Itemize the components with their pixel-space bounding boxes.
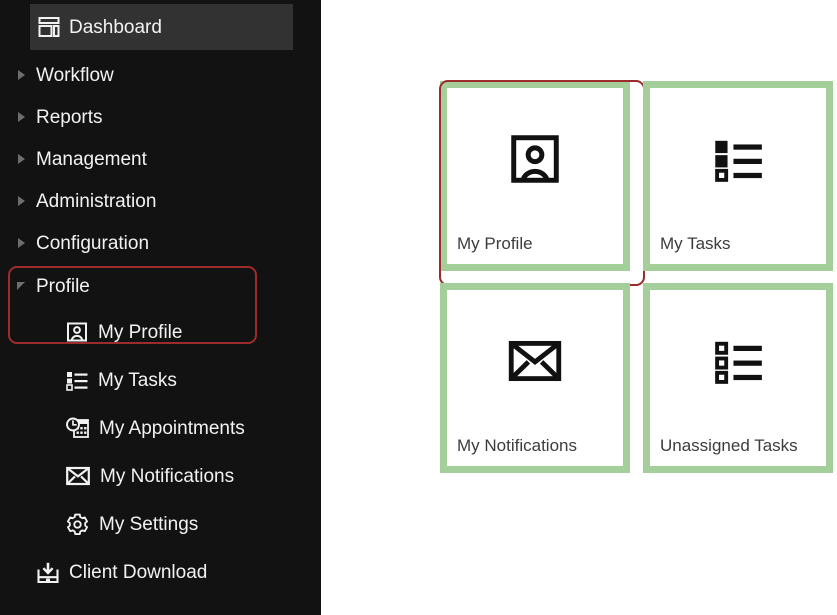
tile-label: Unassigned Tasks bbox=[650, 437, 826, 466]
main-content: My Profile bbox=[321, 0, 837, 615]
sidebar-item-label: Client Download bbox=[69, 563, 207, 582]
dashboard-layout-icon bbox=[38, 16, 60, 38]
sidebar-item-label: Dashboard bbox=[69, 18, 162, 37]
tile-my-notifications[interactable]: My Notifications bbox=[440, 283, 630, 473]
envelope-icon bbox=[447, 290, 623, 437]
chevron-right-icon[interactable] bbox=[10, 196, 32, 206]
chevron-right-icon[interactable] bbox=[10, 112, 32, 122]
envelope-icon bbox=[66, 466, 90, 486]
sidebar-item-reports[interactable]: Reports bbox=[0, 96, 321, 138]
chevron-down-icon[interactable] bbox=[10, 282, 32, 290]
task-list-icon bbox=[650, 290, 826, 437]
sidebar-item-dashboard[interactable]: Dashboard bbox=[30, 4, 293, 50]
sidebar-navigation: Dashboard Workflow Reports Management Ad… bbox=[0, 0, 321, 615]
tile-label: My Profile bbox=[447, 235, 623, 264]
clock-calendar-icon bbox=[66, 417, 89, 440]
tile-my-tasks[interactable]: My Tasks bbox=[643, 81, 833, 271]
dashboard-tile-grid: My Profile bbox=[440, 81, 833, 473]
sidebar-item-label: My Profile bbox=[98, 323, 182, 342]
sidebar-item-my-notifications[interactable]: My Notifications bbox=[0, 452, 321, 500]
sidebar-item-my-profile[interactable]: My Profile bbox=[0, 308, 321, 356]
application-window: Dashboard Workflow Reports Management Ad… bbox=[0, 0, 837, 615]
sidebar-item-label: Profile bbox=[36, 277, 90, 296]
sidebar-item-label: Management bbox=[36, 150, 147, 169]
sidebar-item-label: My Appointments bbox=[99, 419, 245, 438]
chevron-right-icon[interactable] bbox=[10, 70, 32, 80]
sidebar-item-label: Administration bbox=[36, 192, 156, 211]
sidebar-item-my-tasks[interactable]: My Tasks bbox=[0, 356, 321, 404]
sidebar-item-label: Reports bbox=[36, 108, 103, 127]
sidebar-item-client-download[interactable]: Client Download bbox=[0, 548, 321, 596]
tile-my-profile[interactable]: My Profile bbox=[440, 81, 630, 271]
sidebar-item-label: Workflow bbox=[36, 66, 114, 85]
contact-card-icon bbox=[66, 321, 88, 343]
sidebar-item-my-appointments[interactable]: My Appointments bbox=[0, 404, 321, 452]
sidebar-item-administration[interactable]: Administration bbox=[0, 180, 321, 222]
sidebar-item-my-settings[interactable]: My Settings bbox=[0, 500, 321, 548]
tile-label: My Tasks bbox=[650, 235, 826, 264]
sidebar-item-workflow[interactable]: Workflow bbox=[0, 54, 321, 96]
chevron-right-icon[interactable] bbox=[10, 238, 32, 248]
sidebar-item-management[interactable]: Management bbox=[0, 138, 321, 180]
chevron-right-icon[interactable] bbox=[10, 154, 32, 164]
sidebar-item-label: My Notifications bbox=[100, 467, 234, 486]
sidebar-item-label: My Tasks bbox=[98, 371, 177, 390]
sidebar-item-label: My Settings bbox=[99, 515, 198, 534]
download-tray-icon bbox=[36, 561, 60, 584]
sidebar-item-profile[interactable]: Profile bbox=[0, 264, 321, 308]
tile-unassigned-tasks[interactable]: Unassigned Tasks bbox=[643, 283, 833, 473]
sidebar-item-label: Configuration bbox=[36, 234, 149, 253]
task-list-icon bbox=[650, 88, 826, 235]
contact-card-icon bbox=[447, 88, 623, 235]
gear-icon bbox=[66, 513, 89, 536]
tile-label: My Notifications bbox=[447, 437, 623, 466]
sidebar-item-configuration[interactable]: Configuration bbox=[0, 222, 321, 264]
task-list-icon bbox=[66, 369, 88, 391]
